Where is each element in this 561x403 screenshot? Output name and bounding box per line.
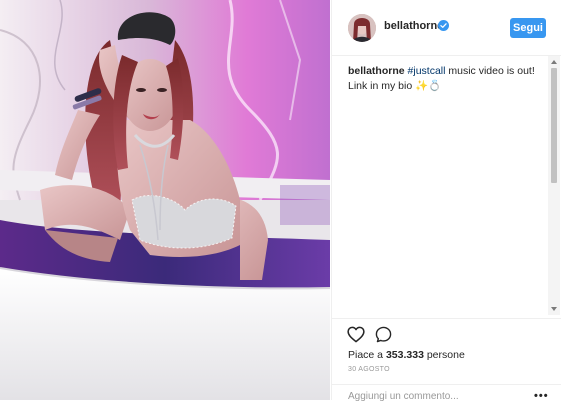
ellipsis-icon[interactable]: ••• xyxy=(534,390,549,402)
comments-scrollbar[interactable] xyxy=(548,56,560,315)
caption-hashtag[interactable]: #justcall xyxy=(408,65,446,77)
post-author-username[interactable]: bellathorne xyxy=(384,20,443,32)
scrollbar-thumb[interactable] xyxy=(551,68,557,183)
post-photo-image xyxy=(0,0,330,400)
avatar[interactable] xyxy=(348,14,376,42)
likes-suffix: persone xyxy=(423,349,465,361)
comments-list: bellathorne #justcall music video is out… xyxy=(332,56,548,315)
caption-username[interactable]: bellathorne xyxy=(348,65,405,77)
likes-prefix: Piace a xyxy=(348,349,386,361)
post-header: bellathorne Segui xyxy=(332,0,561,56)
post-date[interactable]: 30 AGOSTO xyxy=(348,366,390,373)
follow-button[interactable]: Segui xyxy=(510,18,546,38)
scroll-up-arrow-icon[interactable] xyxy=(551,60,557,64)
heart-icon[interactable] xyxy=(347,326,365,343)
post-side-panel: bellathorne Segui bellathorne #justcall … xyxy=(331,0,561,403)
avatar-image xyxy=(348,14,376,42)
likes-count[interactable]: Piace a 353.333 persone xyxy=(348,349,465,361)
verified-badge-icon xyxy=(438,20,449,31)
scroll-down-arrow-icon[interactable] xyxy=(551,307,557,311)
add-comment-input[interactable] xyxy=(348,389,518,403)
post-photo[interactable] xyxy=(0,0,330,400)
post-actions: Piace a 353.333 persone 30 AGOSTO ••• xyxy=(332,318,561,403)
post-caption: bellathorne #justcall music video is out… xyxy=(348,64,538,94)
comment-bubble-icon[interactable] xyxy=(375,326,392,343)
add-comment-section: ••• xyxy=(332,384,561,403)
likes-number: 353.333 xyxy=(385,349,424,361)
